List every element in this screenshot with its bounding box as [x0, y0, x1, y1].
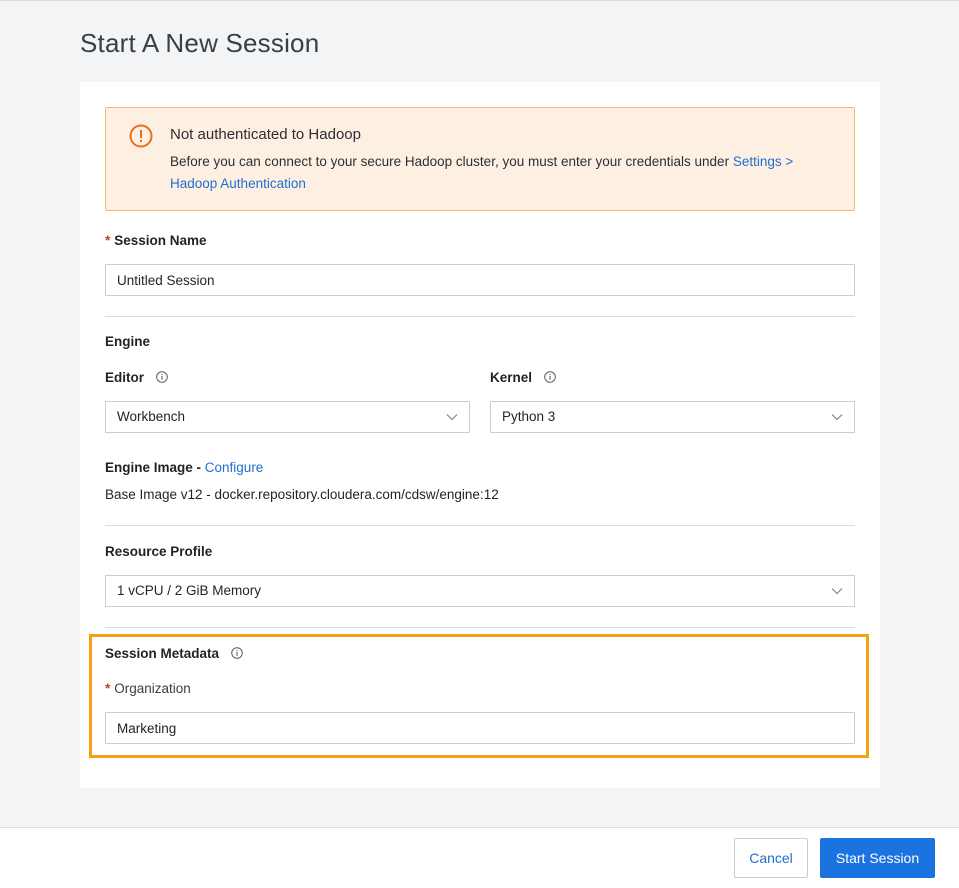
configure-link[interactable]: Configure	[205, 460, 264, 475]
divider	[105, 316, 855, 317]
cancel-button[interactable]: Cancel	[734, 838, 808, 878]
start-session-button[interactable]: Start Session	[820, 838, 935, 878]
session-name-input[interactable]	[105, 264, 855, 296]
alert-title: Not authenticated to Hadoop	[170, 126, 361, 143]
page-title: Start A New Session	[80, 28, 320, 58]
metadata-highlight-box	[89, 634, 869, 758]
resource-profile-value: 1 vCPU / 2 GiB Memory	[117, 583, 262, 598]
engine-image-label-text: Engine Image -	[105, 460, 205, 475]
editor-label-text: Editor	[105, 370, 144, 385]
required-mark: *	[105, 233, 111, 248]
editor-label: Editor	[105, 370, 168, 385]
engine-image-label: Engine Image - Configure	[105, 460, 263, 475]
resource-profile-select[interactable]: 1 vCPU / 2 GiB Memory	[105, 575, 855, 607]
chevron-down-icon	[831, 588, 843, 595]
engine-image-value: Base Image v12 - docker.repository.cloud…	[105, 487, 499, 502]
chevron-down-icon	[446, 414, 458, 421]
alert-body: Before you can connect to your secure Ha…	[170, 151, 830, 195]
kernel-label-text: Kernel	[490, 370, 533, 385]
top-border	[0, 0, 959, 1]
editor-select-value: Workbench	[117, 409, 186, 424]
divider	[105, 627, 855, 628]
session-name-label-text: Session Name	[114, 233, 207, 248]
resource-profile-label: Resource Profile	[105, 544, 213, 559]
footer-bar: Cancel Start Session	[0, 827, 959, 888]
hadoop-auth-alert: Not authenticated to Hadoop Before you c…	[105, 107, 855, 211]
kernel-select-value: Python 3	[502, 409, 556, 424]
warning-circle-icon	[129, 124, 153, 148]
divider	[105, 525, 855, 526]
chevron-down-icon	[831, 414, 843, 421]
kernel-label: Kernel	[490, 370, 556, 385]
info-icon[interactable]	[543, 371, 556, 383]
alert-body-text: Before you can connect to your secure Ha…	[170, 154, 733, 169]
info-icon[interactable]	[155, 371, 168, 383]
engine-heading: Engine	[105, 334, 151, 349]
kernel-select[interactable]: Python 3	[490, 401, 855, 433]
session-name-label: * Session Name	[105, 233, 207, 248]
editor-select[interactable]: Workbench	[105, 401, 470, 433]
